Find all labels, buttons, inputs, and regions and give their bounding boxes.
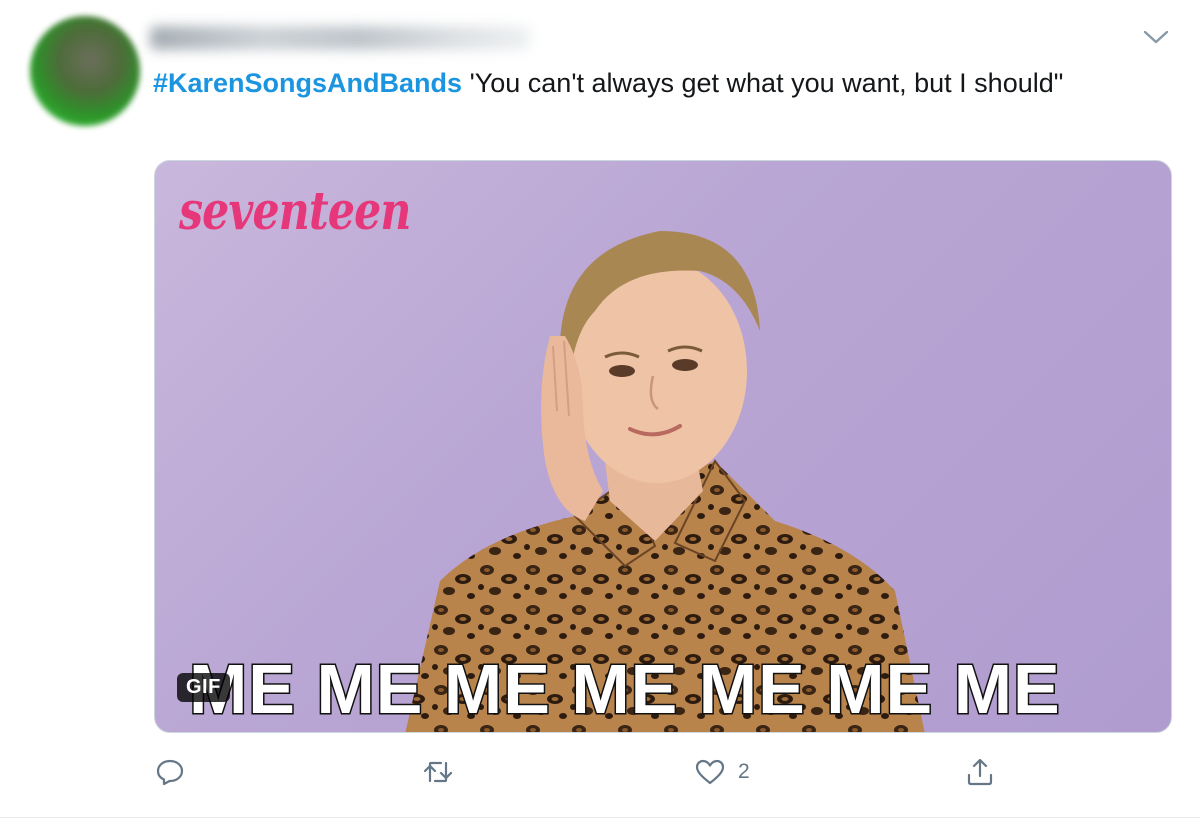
reply-button[interactable] (154, 752, 186, 792)
hashtag-link[interactable]: #KarenSongsAndBands (153, 68, 462, 98)
tweet-card[interactable]: #KarenSongsAndBands 'You can't always ge… (0, 0, 1200, 818)
retweet-button[interactable] (422, 752, 454, 792)
blurred-user-name[interactable] (150, 26, 530, 50)
tweet-body: 'You can't always get what you want, but… (462, 68, 1064, 98)
share-button[interactable] (964, 752, 996, 792)
chevron-down-icon (1143, 30, 1169, 44)
tweet-menu-button[interactable] (1142, 26, 1170, 48)
gif-badge: GIF (177, 673, 230, 702)
share-icon (967, 758, 993, 786)
tweet-text: #KarenSongsAndBands 'You can't always ge… (153, 64, 1133, 102)
gif-caption: ME ME ME ME ME ME ME (188, 649, 1062, 730)
gif-media[interactable]: seventeen ME ME ME ME ME ME ME GIF (154, 160, 1172, 733)
brand-logo: seventeen (179, 181, 411, 242)
reply-icon (156, 759, 184, 786)
gif-frame-illustration (405, 231, 925, 732)
avatar[interactable] (30, 16, 140, 126)
heart-icon (695, 759, 725, 785)
tweet-header (150, 22, 570, 54)
like-button[interactable]: 2 (694, 752, 750, 792)
retweet-icon (423, 761, 453, 783)
like-count: 2 (738, 760, 750, 783)
tweet-actions: 2 (154, 752, 1054, 792)
